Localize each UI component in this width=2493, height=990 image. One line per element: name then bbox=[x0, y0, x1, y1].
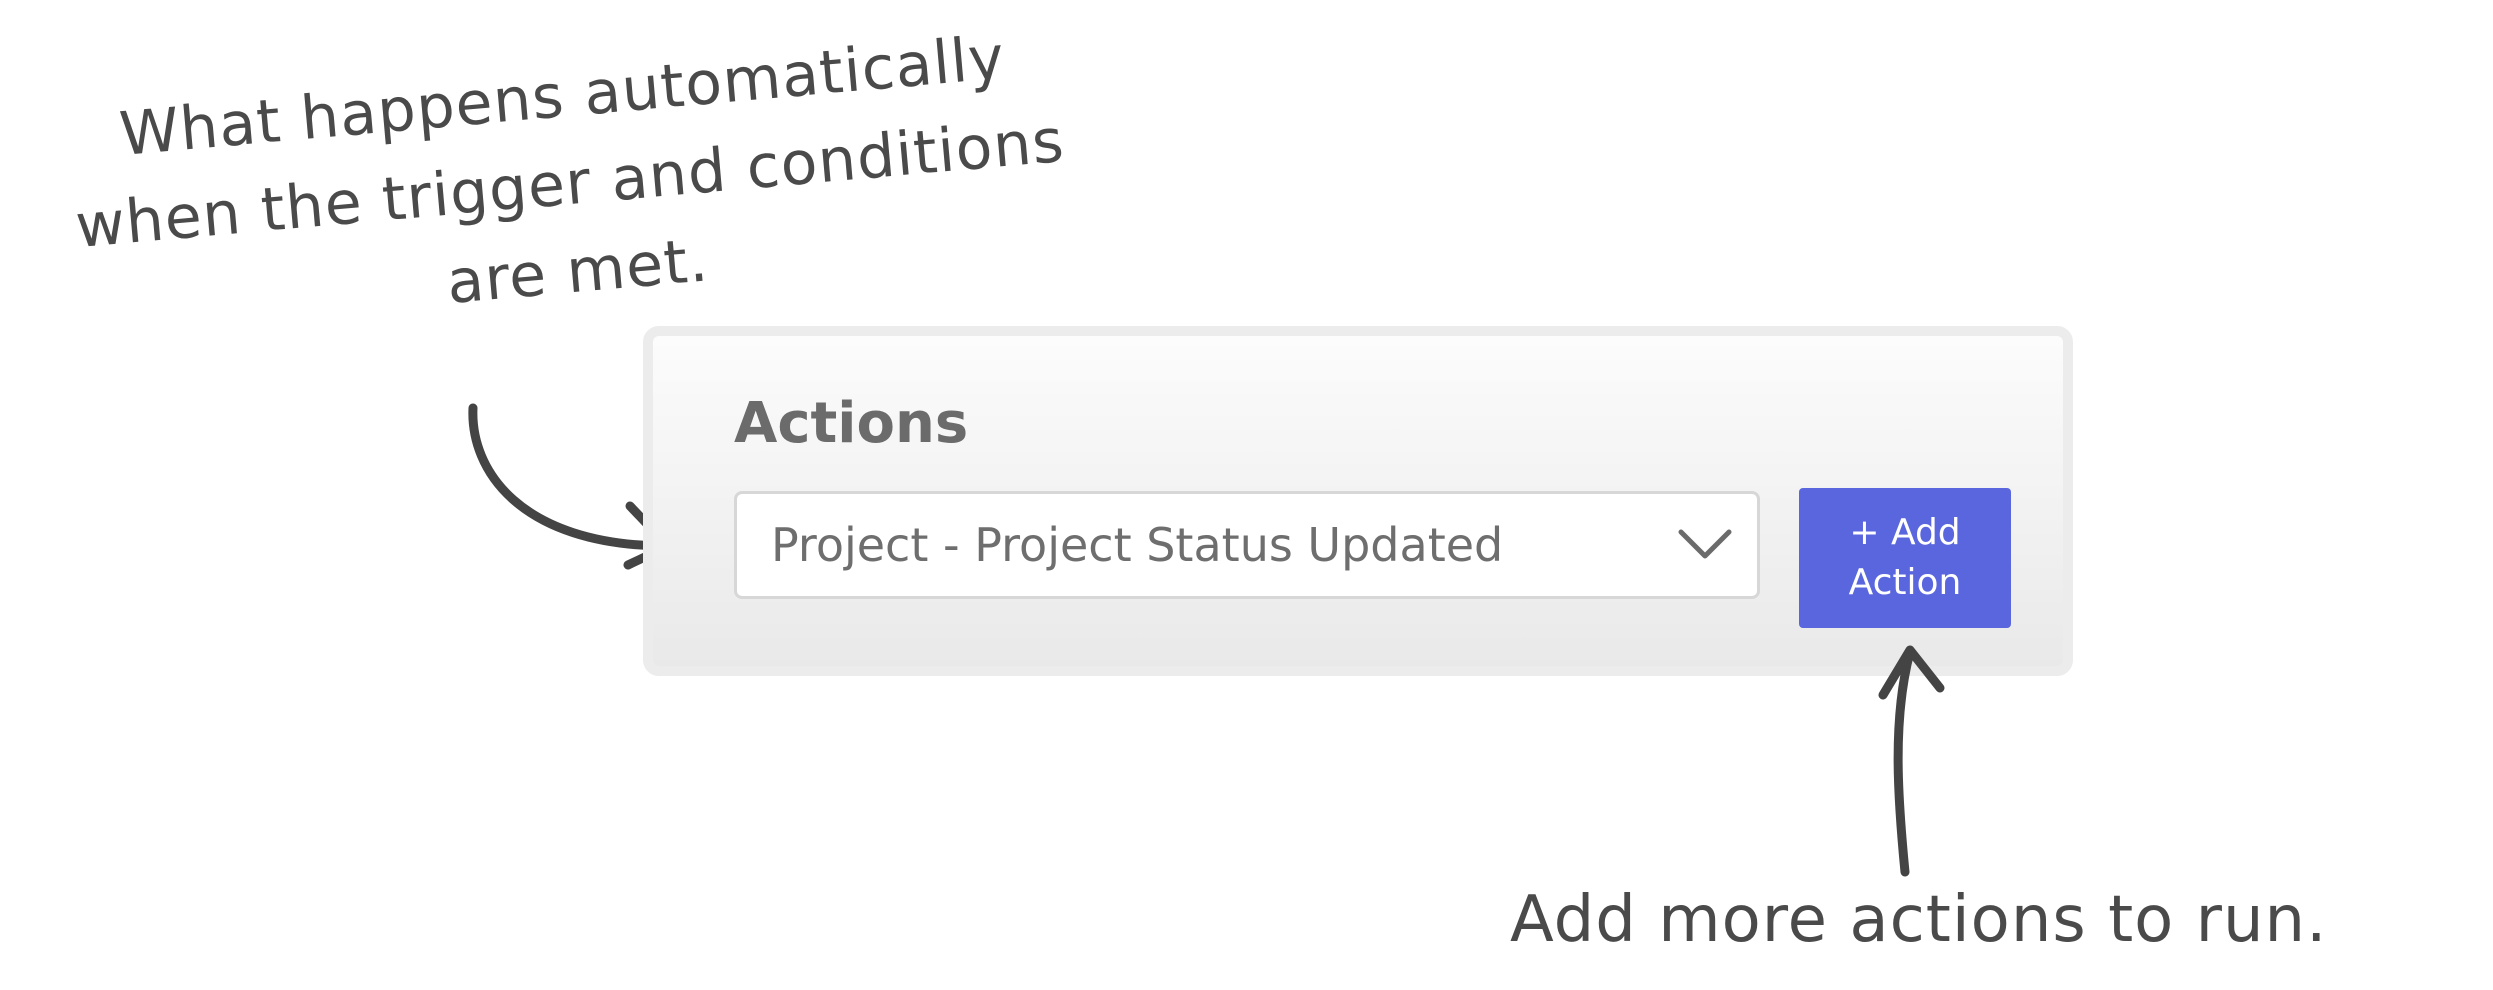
annotation-bottom-note: Add more actions to run. bbox=[1510, 883, 2328, 957]
add-action-button-label-line1: + Add bbox=[1849, 512, 1961, 553]
panel-title: Actions bbox=[734, 391, 969, 456]
add-action-button-label-line2: Action bbox=[1848, 562, 1962, 603]
actions-panel: Actions Project - Project Status Updated… bbox=[643, 326, 2073, 676]
annotation-top-note: What happens automatically when the trig… bbox=[50, 8, 1089, 360]
chevron-down-icon bbox=[1678, 529, 1732, 559]
action-select-value: Project - Project Status Updated bbox=[771, 518, 1504, 572]
action-select[interactable]: Project - Project Status Updated bbox=[734, 491, 1760, 599]
add-action-button[interactable]: + Add Action bbox=[1799, 488, 2011, 628]
annotated-screenshot: What happens automatically when the trig… bbox=[0, 0, 2493, 990]
